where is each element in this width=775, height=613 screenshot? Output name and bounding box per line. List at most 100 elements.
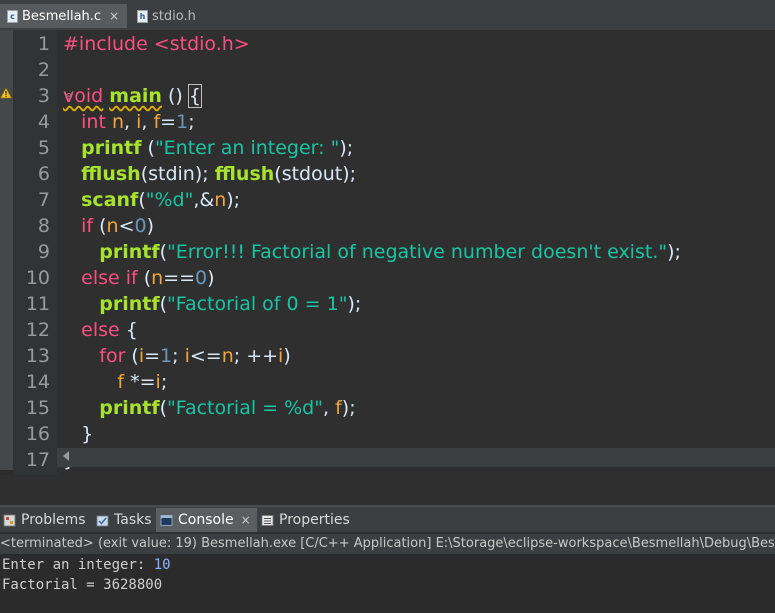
punctuation: ( bbox=[138, 189, 146, 211]
console-line: Enter an integer: 10 bbox=[2, 555, 171, 575]
warning-icon[interactable] bbox=[0, 87, 12, 99]
punctuation: ) bbox=[146, 215, 155, 237]
punctuation: ); bbox=[341, 397, 356, 419]
punctuation: , bbox=[124, 111, 137, 133]
tab-properties[interactable]: Properties bbox=[261, 508, 353, 532]
tab-problems[interactable]: Problems bbox=[3, 508, 91, 532]
line-number: 2 bbox=[37, 59, 50, 81]
line-number-gutter: 1 2 3 4 5 6 7 8 9 10 11 12 13 14 15 16 1… bbox=[13, 30, 73, 475]
function-printf: printf bbox=[81, 137, 142, 159]
call-args: (stdout); bbox=[274, 163, 357, 185]
operator: = bbox=[144, 345, 161, 367]
line-number: 17 bbox=[25, 449, 50, 471]
console-output[interactable]: Enter an integer: 10 Factorial = 3628800 bbox=[0, 554, 775, 613]
punctuation: ; bbox=[160, 371, 168, 393]
line-number: 11 bbox=[25, 293, 50, 315]
keyword-if: if bbox=[81, 215, 94, 237]
punctuation: ( bbox=[141, 137, 155, 159]
call-args: (stdin); bbox=[140, 163, 215, 185]
console-input-value: 10 bbox=[153, 557, 171, 573]
function-printf: printf bbox=[99, 293, 160, 315]
function-fflush: fflush bbox=[214, 163, 275, 185]
function-printf: printf bbox=[99, 241, 160, 263]
string-literal: "%d" bbox=[145, 189, 194, 211]
tab-label: Problems bbox=[21, 512, 86, 528]
code-line-1: #include <stdio.h> bbox=[63, 31, 250, 57]
string-literal: "Error!!! Factorial of negative number d… bbox=[167, 241, 668, 263]
scroll-left-arrow-icon[interactable] bbox=[63, 451, 69, 461]
operator: ; ++ bbox=[233, 345, 279, 367]
code-line-14: f *=i; bbox=[63, 369, 167, 395]
punctuation: ( bbox=[125, 345, 139, 367]
matching-brace: { bbox=[187, 84, 202, 108]
code-line-15: printf("Factorial = %d", f); bbox=[63, 395, 356, 421]
code-line-11: printf("Factorial of 0 = 1"); bbox=[63, 291, 361, 317]
line-number: 16 bbox=[25, 423, 50, 445]
console-line: Factorial = 3628800 bbox=[2, 577, 163, 593]
keyword-if: if bbox=[125, 267, 138, 289]
close-icon[interactable]: × bbox=[109, 9, 119, 23]
code-editor[interactable]: 1 2 3 4 5 6 7 8 9 10 11 12 13 14 15 16 1… bbox=[0, 30, 775, 475]
var-n: n bbox=[151, 267, 164, 289]
code-line-6: fflush(stdin); fflush(stdout); bbox=[63, 161, 356, 187]
preprocessor-directive: #include bbox=[63, 33, 148, 55]
operator: *= bbox=[124, 371, 156, 393]
console-icon bbox=[160, 514, 173, 526]
punctuation: ( bbox=[137, 267, 152, 289]
horizontal-scrollbar[interactable] bbox=[57, 448, 775, 467]
number-literal: 0 bbox=[195, 267, 208, 289]
tab-tasks[interactable]: Tasks bbox=[96, 508, 152, 532]
tab-label: Console bbox=[178, 512, 234, 528]
function-main: main bbox=[109, 85, 162, 107]
code-line-8: if (n<0) bbox=[63, 213, 154, 239]
string-literal: "Enter an integer: " bbox=[154, 137, 340, 159]
punctuation: () bbox=[161, 85, 183, 107]
code-line-12: else { bbox=[63, 317, 138, 343]
line-number: 3 bbox=[37, 85, 50, 107]
line-number: 4 bbox=[37, 111, 50, 133]
operator: = bbox=[160, 111, 177, 133]
var-n: n bbox=[111, 111, 124, 133]
punctuation: ); bbox=[667, 241, 681, 263]
code-line-13: for (i=1; i<=n; ++i) bbox=[63, 343, 291, 369]
code-area[interactable]: #include <stdio.h> void main () { int n,… bbox=[63, 30, 775, 475]
editor-tab-besmellah-c[interactable]: c Besmellah.c × bbox=[0, 4, 127, 28]
keyword-else: else bbox=[81, 267, 120, 289]
punctuation: ) bbox=[283, 345, 291, 367]
var-n: n bbox=[106, 215, 119, 237]
console-prompt: Enter an integer: bbox=[2, 557, 154, 573]
function-scanf: scanf bbox=[81, 189, 139, 211]
header-file-icon: h bbox=[137, 9, 148, 23]
var-f: f bbox=[335, 397, 342, 419]
operator: == bbox=[163, 267, 196, 289]
code-line-5: printf ("Enter an integer: "); bbox=[63, 135, 353, 161]
number-literal: 0 bbox=[134, 215, 147, 237]
editor-tab-label: stdio.h bbox=[152, 8, 196, 24]
punctuation: ; bbox=[188, 111, 195, 133]
code-line-3: void main () { bbox=[63, 83, 202, 109]
punctuation: , bbox=[322, 397, 336, 419]
punctuation: { bbox=[119, 319, 138, 341]
function-fflush: fflush bbox=[81, 163, 141, 185]
string-literal: "Factorial = %d" bbox=[167, 397, 323, 419]
code-line-7: scanf("%d",&n); bbox=[63, 187, 240, 213]
tasks-icon bbox=[96, 515, 109, 526]
operator: < bbox=[118, 215, 135, 237]
overview-ruler bbox=[0, 30, 13, 475]
editor-tab-stdio-h[interactable]: h stdio.h bbox=[130, 4, 220, 28]
punctuation: , bbox=[141, 111, 154, 133]
close-icon[interactable]: × bbox=[241, 513, 251, 527]
line-number: 9 bbox=[37, 241, 50, 263]
tab-console[interactable]: Console × bbox=[156, 508, 257, 532]
line-number: 10 bbox=[25, 267, 50, 289]
console-status-line: <terminated> (exit value: 19) Besmellah.… bbox=[0, 534, 775, 554]
keyword-else: else bbox=[81, 319, 120, 341]
code-line-16: } bbox=[63, 421, 93, 447]
line-number: 1 bbox=[37, 33, 50, 55]
punctuation: ); bbox=[339, 137, 354, 159]
punctuation: ; bbox=[172, 345, 185, 367]
problems-icon bbox=[3, 514, 16, 526]
keyword-for: for bbox=[99, 345, 126, 367]
code-line-9: printf("Error!!! Factorial of negative n… bbox=[63, 239, 681, 265]
keyword-int: int bbox=[81, 111, 106, 133]
